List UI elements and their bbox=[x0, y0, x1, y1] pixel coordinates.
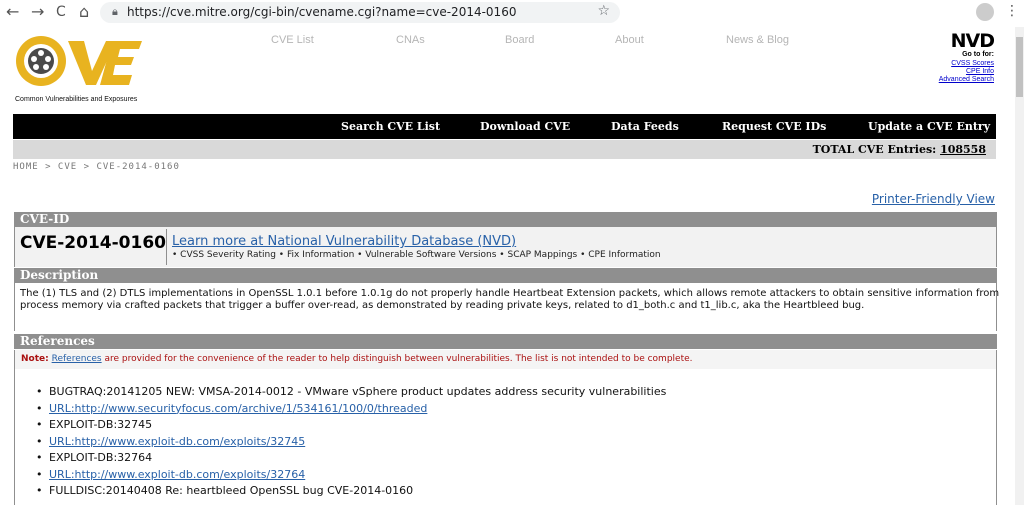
total-label: TOTAL CVE Entries: bbox=[812, 143, 937, 156]
cve-id-divider bbox=[166, 229, 167, 265]
reference-link[interactable]: URL:http://www.exploit-db.com/exploits/3… bbox=[49, 468, 305, 481]
forward-arrow-icon[interactable]: → bbox=[31, 3, 44, 21]
note-text: Note: References are provided for the co… bbox=[21, 354, 693, 364]
nav-news-blog[interactable]: News & Blog bbox=[726, 34, 789, 46]
nav-about[interactable]: About bbox=[615, 34, 644, 46]
reference-item: FULLDISC:20140408 Re: heartbleed OpenSSL… bbox=[36, 483, 666, 500]
total-entries-bar: TOTAL CVE Entries: 108558 bbox=[13, 140, 996, 159]
reference-text: BUGTRAQ:20141205 NEW: VMSA-2014-0012 - V… bbox=[49, 385, 667, 398]
back-arrow-icon[interactable]: ← bbox=[6, 3, 19, 21]
printer-friendly-link[interactable]: Printer-Friendly View bbox=[872, 192, 995, 206]
reference-item: URL:http://www.exploit-db.com/exploits/3… bbox=[36, 467, 666, 484]
reference-text: FULLDISC:20140408 Re: heartbleed OpenSSL… bbox=[49, 484, 414, 497]
nvd-features: • CVSS Severity Rating • Fix Information… bbox=[172, 250, 661, 260]
address-url[interactable]: https://cve.mitre.org/cgi-bin/cvename.cg… bbox=[127, 5, 516, 19]
bookmark-star-icon[interactable]: ☆ bbox=[597, 3, 610, 19]
nvd-link-advanced-search[interactable]: Advanced Search bbox=[910, 76, 994, 84]
reference-item: EXPLOIT-DB:32764 bbox=[36, 450, 666, 467]
nav-update-cve-entry[interactable]: Update a CVE Entry bbox=[868, 120, 990, 133]
home-icon[interactable]: ⌂ bbox=[79, 3, 89, 21]
nvd-goto-label: Go to for: bbox=[962, 51, 994, 58]
lock-icon: 🔒︎ bbox=[112, 5, 118, 18]
browser-menu-icon[interactable]: ⋮ bbox=[1005, 3, 1019, 19]
main-nav: Search CVE List Download CVE Data Feeds … bbox=[13, 114, 996, 139]
references-note: Note: References are provided for the co… bbox=[14, 350, 997, 369]
total-entries: TOTAL CVE Entries: 108558 bbox=[813, 143, 986, 156]
reload-icon[interactable]: C bbox=[56, 3, 66, 21]
nvd-box: NVD Go to for: CVSS Scores CPE Info Adva… bbox=[910, 32, 995, 84]
nvd-link-cvss[interactable]: CVSS Scores bbox=[910, 60, 994, 68]
nav-request-cve-ids[interactable]: Request CVE IDs bbox=[722, 120, 826, 133]
scrollbar-thumb[interactable] bbox=[1016, 37, 1023, 97]
nvd-link-cpe[interactable]: CPE Info bbox=[910, 68, 994, 76]
total-count[interactable]: 108558 bbox=[940, 143, 986, 156]
reference-link[interactable]: URL:http://www.exploit-db.com/exploits/3… bbox=[49, 435, 305, 448]
nav-download-cve[interactable]: Download CVE bbox=[480, 120, 570, 133]
note-references-link[interactable]: References bbox=[52, 354, 102, 364]
note-label: Note: bbox=[21, 354, 49, 364]
description-heading: Description bbox=[14, 268, 997, 283]
reference-item: EXPLOIT-DB:32745 bbox=[36, 417, 666, 434]
browser-toolbar: ← → C ⌂ 🔒︎ https://cve.mitre.org/cgi-bin… bbox=[0, 0, 1024, 26]
nvd-logo[interactable]: NVD bbox=[910, 32, 995, 51]
cve-logo[interactable] bbox=[14, 33, 144, 89]
references-list: BUGTRAQ:20141205 NEW: VMSA-2014-0012 - V… bbox=[36, 384, 666, 500]
address-bar[interactable]: 🔒︎ https://cve.mitre.org/cgi-bin/cvename… bbox=[100, 2, 620, 23]
reference-item: BUGTRAQ:20141205 NEW: VMSA-2014-0012 - V… bbox=[36, 384, 666, 401]
logo-subtitle: Common Vulnerabilities and Exposures bbox=[15, 96, 138, 103]
nav-data-feeds[interactable]: Data Feeds bbox=[611, 120, 679, 133]
reference-text: EXPLOIT-DB:32745 bbox=[49, 418, 153, 431]
cve-id-heading: CVE-ID bbox=[14, 212, 997, 227]
nav-cve-list[interactable]: CVE List bbox=[271, 34, 314, 46]
page-scrollbar[interactable] bbox=[1015, 27, 1024, 505]
profile-avatar-icon[interactable] bbox=[976, 3, 994, 21]
breadcrumb[interactable]: HOME > CVE > CVE-2014-0160 bbox=[13, 162, 180, 172]
reference-item: URL:http://www.exploit-db.com/exploits/3… bbox=[36, 434, 666, 451]
nav-search-cve-list[interactable]: Search CVE List bbox=[341, 120, 440, 133]
reference-item: URL:http://www.securityfocus.com/archive… bbox=[36, 401, 666, 418]
cve-id-value: CVE-2014-0160 bbox=[20, 233, 166, 253]
nav-board[interactable]: Board bbox=[505, 34, 534, 46]
reference-link[interactable]: URL:http://www.securityfocus.com/archive… bbox=[49, 402, 427, 415]
nvd-learn-more-link[interactable]: Learn more at National Vulnerability Dat… bbox=[172, 234, 516, 249]
reference-text: EXPLOIT-DB:32764 bbox=[49, 451, 153, 464]
description-text: The (1) TLS and (2) DTLS implementations… bbox=[20, 288, 1000, 311]
references-heading: References bbox=[14, 334, 997, 349]
note-body: are provided for the convenience of the … bbox=[101, 354, 693, 364]
nav-cnas[interactable]: CNAs bbox=[396, 34, 425, 46]
